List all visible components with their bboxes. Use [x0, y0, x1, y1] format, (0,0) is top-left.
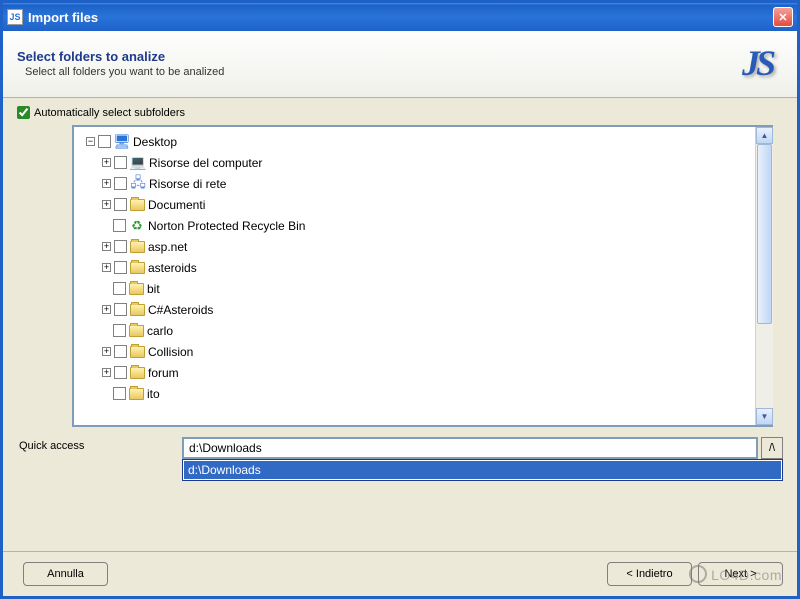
- tree-node[interactable]: bit: [76, 278, 753, 299]
- quick-access-row: Quick access d:\Downloads /\: [17, 437, 783, 459]
- tree-checkbox[interactable]: [98, 135, 111, 148]
- tree-root-label: Desktop: [133, 135, 177, 149]
- scroll-thumb[interactable]: [757, 144, 772, 324]
- tree-node[interactable]: carlo: [76, 320, 753, 341]
- tree-node[interactable]: + asp.net: [76, 236, 753, 257]
- folder-icon: [130, 262, 145, 274]
- tree-checkbox[interactable]: [114, 303, 127, 316]
- folder-icon: [129, 325, 144, 337]
- logo: JS: [731, 39, 783, 87]
- page-title: Select folders to analize: [17, 49, 731, 64]
- tree-checkbox[interactable]: [114, 198, 127, 211]
- collapse-icon[interactable]: −: [86, 137, 95, 146]
- tree-node[interactable]: ito: [76, 383, 753, 404]
- tree-node-label: ito: [147, 387, 160, 401]
- expand-icon[interactable]: +: [102, 158, 111, 167]
- auto-subfolders-label: Automatically select subfolders: [34, 107, 185, 119]
- folder-icon: [130, 367, 145, 379]
- tree-node[interactable]: + C#Asteroids: [76, 299, 753, 320]
- window-title: Import files: [28, 10, 773, 25]
- tree-node-label: Collision: [148, 345, 193, 359]
- desktop-icon: 🖥: [114, 134, 130, 150]
- tree-node-label: Documenti: [148, 198, 205, 212]
- expand-icon[interactable]: +: [102, 368, 111, 377]
- close-icon[interactable]: ✕: [773, 7, 793, 27]
- tree-checkbox[interactable]: [114, 261, 127, 274]
- titlebar: JS Import files ✕: [3, 3, 797, 31]
- vertical-scrollbar[interactable]: ▲ ▼: [755, 127, 773, 425]
- tree-root[interactable]: − 🖥 Desktop: [76, 131, 753, 152]
- auto-subfolders-input[interactable]: [17, 106, 30, 119]
- tree-node-label: C#Asteroids: [148, 303, 213, 317]
- tree-checkbox[interactable]: [114, 345, 127, 358]
- next-button[interactable]: Next >: [698, 562, 783, 586]
- tree-node[interactable]: + 🖧 Risorse di rete: [76, 173, 753, 194]
- back-button[interactable]: < Indietro: [607, 562, 692, 586]
- network-icon: 🖧: [130, 176, 146, 192]
- expand-icon[interactable]: +: [102, 179, 111, 188]
- tree-node[interactable]: ♻ Norton Protected Recycle Bin: [76, 215, 753, 236]
- scroll-up-icon[interactable]: ▲: [756, 127, 773, 144]
- tree-checkbox[interactable]: [114, 177, 127, 190]
- tree-node-label: Risorse di rete: [149, 177, 226, 191]
- quick-access-label: Quick access: [17, 437, 182, 452]
- tree-checkbox[interactable]: [114, 156, 127, 169]
- tree-body[interactable]: − 🖥 Desktop + 💻 Risorse del computer +: [74, 127, 755, 425]
- recycle-icon: ♻: [129, 218, 145, 234]
- autocomplete-dropdown[interactable]: d:\Downloads: [182, 459, 783, 481]
- header-panel: Select folders to analize Select all fol…: [3, 31, 797, 98]
- tree-node[interactable]: + Documenti: [76, 194, 753, 215]
- expand-icon[interactable]: +: [102, 200, 111, 209]
- computer-icon: 💻: [130, 155, 146, 171]
- auto-subfolders-checkbox[interactable]: Automatically select subfolders: [17, 106, 783, 119]
- body-panel: Automatically select subfolders − 🖥 Desk…: [3, 98, 797, 551]
- page-subtitle: Select all folders you want to be analiz…: [25, 66, 731, 78]
- tree-node[interactable]: + Collision: [76, 341, 753, 362]
- app-icon: JS: [7, 9, 23, 25]
- tree-node-label: bit: [147, 282, 160, 296]
- folder-icon: [130, 304, 145, 316]
- tree-checkbox[interactable]: [113, 324, 126, 337]
- tree-node-label: carlo: [147, 324, 173, 338]
- tree-node-label: forum: [148, 366, 179, 380]
- folder-icon: [130, 241, 145, 253]
- quick-access-input[interactable]: [182, 437, 758, 459]
- tree-node-label: Risorse del computer: [149, 156, 262, 170]
- scroll-track[interactable]: [756, 144, 773, 408]
- autocomplete-item[interactable]: d:\Downloads: [184, 461, 781, 479]
- cancel-button[interactable]: Annulla: [23, 562, 108, 586]
- expand-icon[interactable]: +: [102, 242, 111, 251]
- folder-icon: [129, 388, 144, 400]
- expand-icon[interactable]: +: [102, 347, 111, 356]
- dialog-window: JS Import files ✕ Select folders to anal…: [0, 0, 800, 599]
- tree-checkbox[interactable]: [114, 366, 127, 379]
- tree-node-label: asteroids: [148, 261, 197, 275]
- expand-icon[interactable]: +: [102, 263, 111, 272]
- wizard-footer: Annulla < Indietro Next >: [3, 551, 797, 596]
- tree-node[interactable]: + asteroids: [76, 257, 753, 278]
- folder-icon: [130, 346, 145, 358]
- tree-checkbox[interactable]: [113, 387, 126, 400]
- tree-checkbox[interactable]: [114, 240, 127, 253]
- scroll-down-icon[interactable]: ▼: [756, 408, 773, 425]
- folder-icon: [130, 199, 145, 211]
- expand-icon[interactable]: +: [102, 305, 111, 314]
- tree-node-label: asp.net: [148, 240, 187, 254]
- folder-icon: [129, 283, 144, 295]
- tree-node[interactable]: + forum: [76, 362, 753, 383]
- folder-tree: − 🖥 Desktop + 💻 Risorse del computer +: [72, 125, 773, 427]
- tree-checkbox[interactable]: [113, 219, 126, 232]
- tree-checkbox[interactable]: [113, 282, 126, 295]
- tree-node[interactable]: + 💻 Risorse del computer: [76, 152, 753, 173]
- parent-folder-button[interactable]: /\: [761, 437, 783, 459]
- tree-node-label: Norton Protected Recycle Bin: [148, 219, 305, 233]
